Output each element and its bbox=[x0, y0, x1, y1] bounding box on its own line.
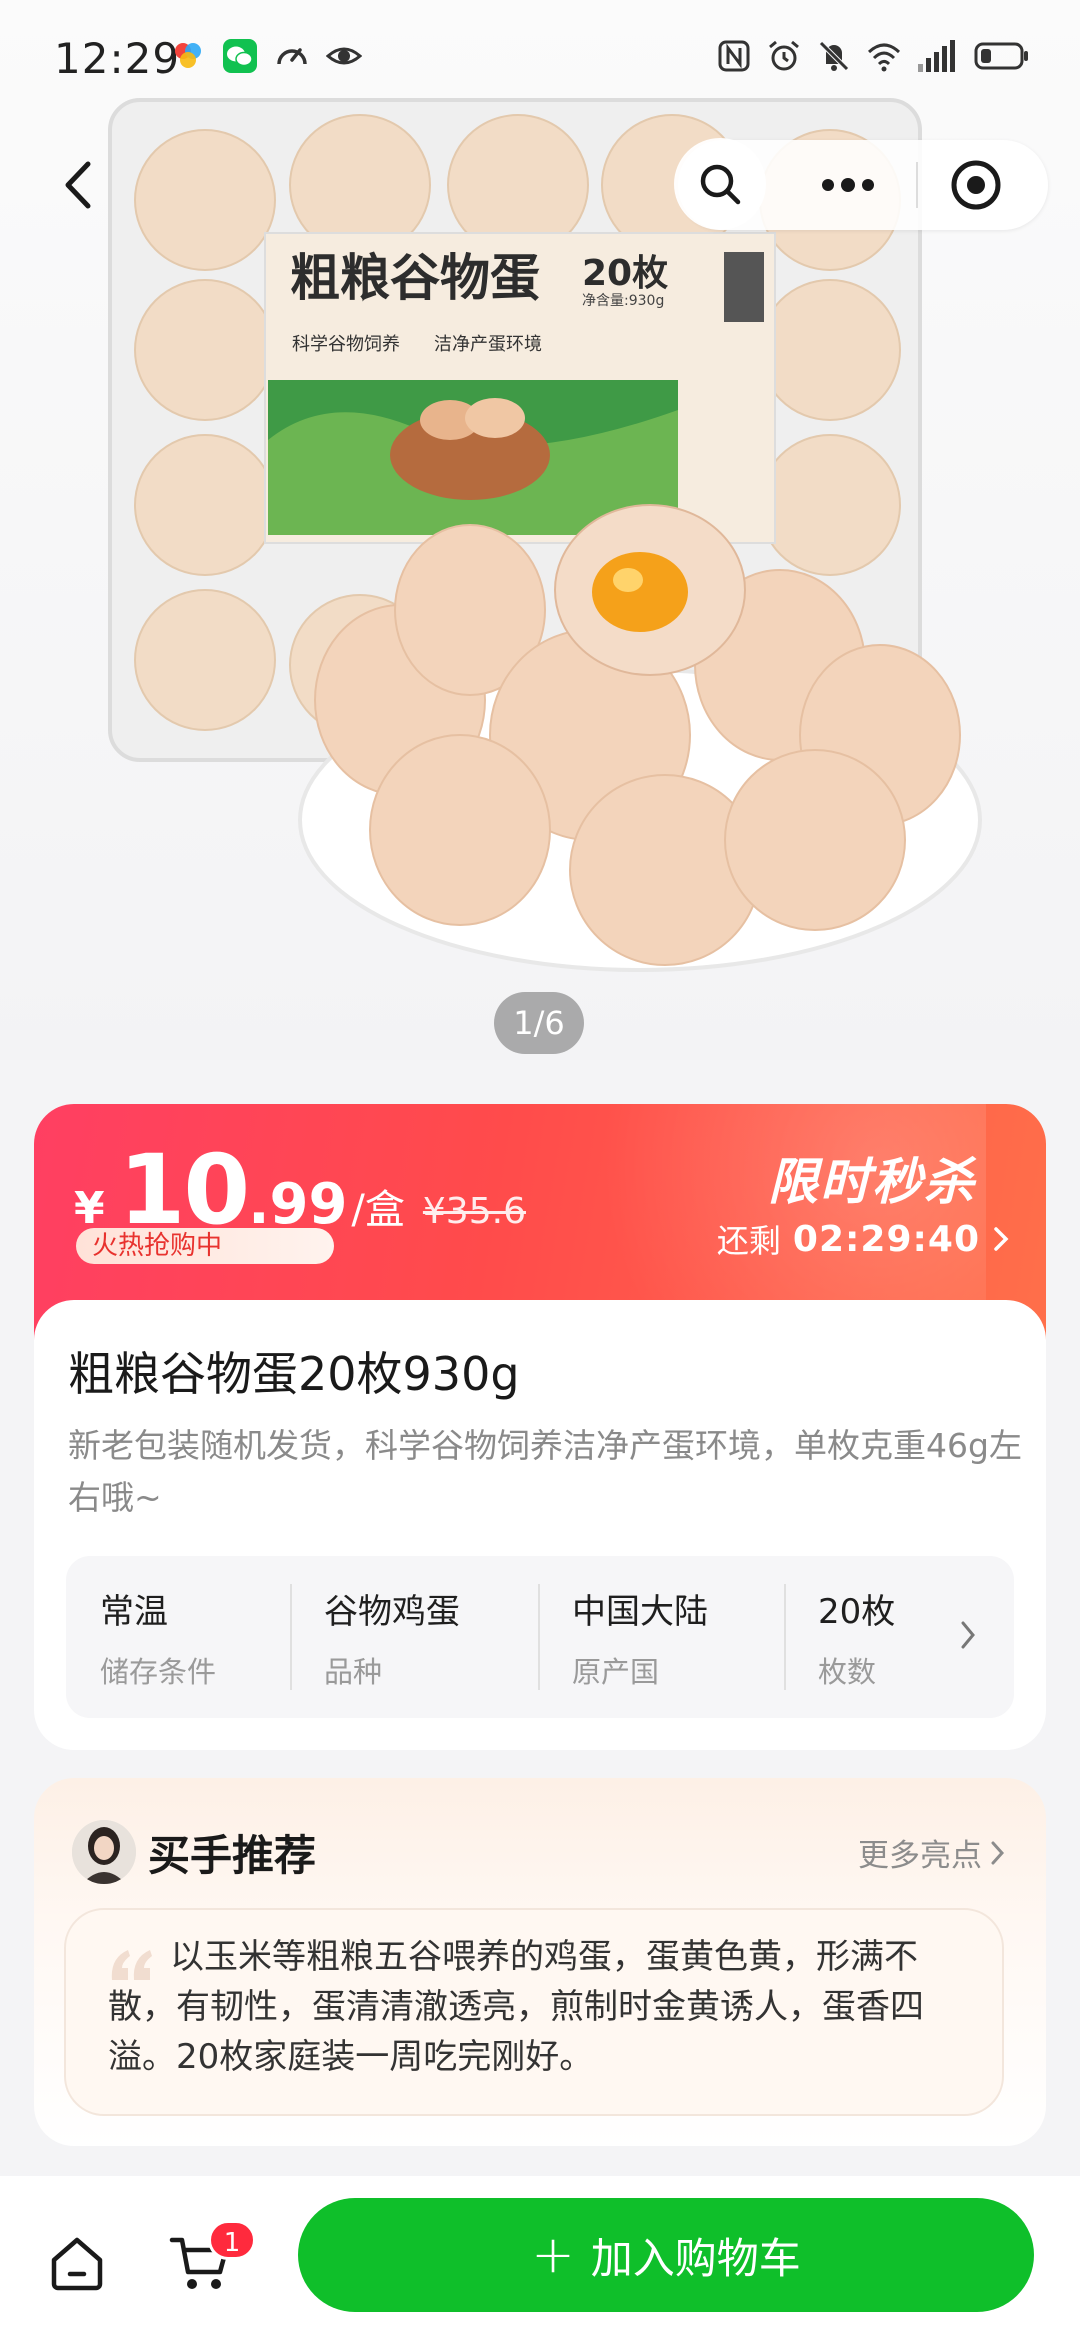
attr-origin: 中国大陆 原产国 bbox=[538, 1584, 784, 1690]
price-unit: /盒 bbox=[351, 1187, 405, 1233]
package-tag2: 洁净产蛋环境 bbox=[434, 334, 542, 355]
search-icon bbox=[700, 164, 741, 205]
remaining-label: 还剩 bbox=[716, 1222, 781, 1260]
signal-icon bbox=[918, 40, 955, 72]
countdown-value: 02:29:40 bbox=[792, 1218, 980, 1260]
package-title: 粗粮谷物蛋 bbox=[290, 249, 540, 307]
chevron-right-icon bbox=[991, 1841, 1005, 1864]
chevron-right-icon bbox=[994, 1227, 1009, 1251]
product-attributes[interactable]: 常温 储存条件 谷物鸡蛋 品种 中国大陆 原产国 20枚 枚数 bbox=[66, 1556, 1014, 1718]
attr-label: 储存条件 bbox=[100, 1654, 217, 1689]
attr-label: 品种 bbox=[324, 1654, 383, 1689]
eye-icon bbox=[326, 47, 362, 65]
status-bar: 12:29 bbox=[0, 0, 1080, 120]
hot-sale-tag: 火热抢购中 bbox=[76, 1228, 334, 1264]
attr-storage: 常温 储存条件 bbox=[66, 1584, 290, 1690]
currency-symbol: ¥ bbox=[74, 1183, 105, 1234]
nfc-icon bbox=[718, 40, 750, 72]
attr-count: 20枚 枚数 bbox=[784, 1584, 954, 1690]
image-page-indicator: 1/6 bbox=[494, 992, 584, 1054]
chevron-right-icon bbox=[961, 1621, 975, 1649]
quote-text: 以玉米等粗粮五谷喂养的鸡蛋，蛋黄色黄，形满不散，有韧性，蛋清清澈透亮，煎制时金黄… bbox=[108, 1937, 924, 2077]
speedometer-icon bbox=[277, 48, 307, 65]
avatar bbox=[72, 1820, 136, 1884]
status-time: 12:29 bbox=[54, 34, 181, 83]
bottom-action-bar: 1 + 加入购物车 bbox=[0, 2176, 1080, 2331]
attr-variety: 谷物鸡蛋 品种 bbox=[290, 1584, 538, 1690]
package-count: 20枚 bbox=[582, 253, 668, 294]
target-icon bbox=[951, 160, 1001, 210]
more-highlights-link[interactable]: 更多亮点 bbox=[858, 1830, 1006, 1875]
buyer-recommendation-card: 买手推荐 更多亮点 以玉米等粗粮五谷喂养的鸡蛋，蛋黄色黄，形满不散，有韧性，蛋清… bbox=[34, 1778, 1046, 2146]
mini-program-capsule bbox=[674, 138, 1048, 230]
back-chevron-icon[interactable] bbox=[50, 150, 110, 220]
flash-sale-title: 限时秒杀 bbox=[768, 1153, 976, 1211]
package-tag1: 科学谷物饲养 bbox=[292, 334, 400, 355]
attr-value: 中国大陆 bbox=[572, 1591, 708, 1632]
add-to-cart-button[interactable]: + 加入购物车 bbox=[298, 2198, 1034, 2312]
capsule-divider bbox=[916, 162, 918, 208]
more-button[interactable] bbox=[808, 160, 888, 210]
product-info-card: 粗粮谷物蛋20枚930g 新老包装随机发货，科学谷物饲养洁净产蛋环境，单枚克重4… bbox=[34, 1300, 1046, 1750]
attr-value: 谷物鸡蛋 bbox=[324, 1591, 460, 1632]
countdown-timer[interactable]: 还剩 02:29:40 bbox=[717, 1216, 1010, 1262]
close-miniprogram-button[interactable] bbox=[948, 157, 1004, 213]
recommendation-quote: 以玉米等粗粮五谷喂养的鸡蛋，蛋黄色黄，形满不散，有韧性，蛋清清澈透亮，煎制时金黄… bbox=[64, 1908, 1004, 2116]
product-title: 粗粮谷物蛋20枚930g bbox=[68, 1347, 520, 1401]
plus-icon: + bbox=[531, 2225, 575, 2285]
attr-value: 常温 bbox=[100, 1591, 168, 1632]
battery-icon bbox=[974, 42, 1028, 70]
attr-label: 枚数 bbox=[818, 1654, 877, 1689]
app-color-icon bbox=[175, 43, 201, 68]
attr-label: 原产国 bbox=[572, 1654, 660, 1689]
recommendation-title: 买手推荐 bbox=[148, 1831, 317, 1880]
alarm-icon bbox=[769, 40, 799, 71]
product-description: 新老包装随机发货，科学谷物饲养洁净产蛋环境，单枚克重46g左右哦~ bbox=[68, 1426, 1022, 1517]
wifi-icon bbox=[867, 43, 901, 72]
add-to-cart-label: 加入购物车 bbox=[590, 2233, 801, 2283]
package-weight: 净含量:930g bbox=[582, 293, 664, 309]
attr-value: 20枚 bbox=[818, 1591, 896, 1632]
more-dots-icon bbox=[822, 178, 874, 192]
original-price: ¥35.6 bbox=[422, 1191, 526, 1232]
mute-icon bbox=[819, 41, 849, 71]
search-button[interactable] bbox=[674, 138, 766, 230]
home-icon[interactable] bbox=[46, 2232, 108, 2294]
wechat-icon bbox=[223, 39, 257, 73]
cart-count-badge: 1 bbox=[208, 2220, 256, 2260]
more-highlights-label: 更多亮点 bbox=[858, 1838, 982, 1874]
